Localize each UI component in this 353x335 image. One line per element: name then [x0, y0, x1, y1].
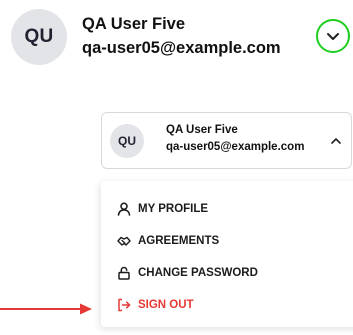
user-icon	[117, 202, 131, 216]
menu-item-label: MY PROFILE	[138, 203, 209, 215]
user-name: QA User Five	[82, 15, 186, 33]
annotation-arrow-icon	[0, 303, 92, 315]
sign-out-icon	[117, 298, 131, 312]
avatar-initials: QU	[24, 26, 54, 47]
lock-icon	[117, 266, 131, 280]
menu-item-sign-out[interactable]: SIGN OUT	[117, 294, 194, 316]
avatar-initials: QU	[118, 134, 136, 148]
user-menu-button[interactable]: QU QA User Five qa-user05@example.com	[101, 112, 352, 169]
menu-item-change-password[interactable]: CHANGE PASSWORD	[117, 262, 258, 284]
menu-item-agreements[interactable]: AGREEMENTS	[117, 230, 219, 252]
menu-item-label: SIGN OUT	[138, 299, 194, 311]
user-name: QA User Five	[166, 124, 238, 136]
chevron-down-icon	[327, 33, 339, 40]
account-dropdown-menu: MY PROFILE AGREEMENTS CHANGE PASSWORD SI…	[101, 181, 353, 327]
handshake-icon	[117, 234, 131, 248]
avatar: QU	[11, 9, 67, 65]
chevron-up-icon	[328, 133, 344, 149]
avatar: QU	[110, 124, 144, 158]
menu-item-my-profile[interactable]: MY PROFILE	[117, 198, 208, 220]
user-email: qa-user05@example.com	[82, 39, 281, 57]
user-email: qa-user05@example.com	[166, 141, 305, 153]
menu-item-label: CHANGE PASSWORD	[138, 267, 258, 279]
menu-item-label: AGREEMENTS	[138, 235, 220, 247]
account-menu-toggle-button[interactable]	[316, 19, 350, 53]
